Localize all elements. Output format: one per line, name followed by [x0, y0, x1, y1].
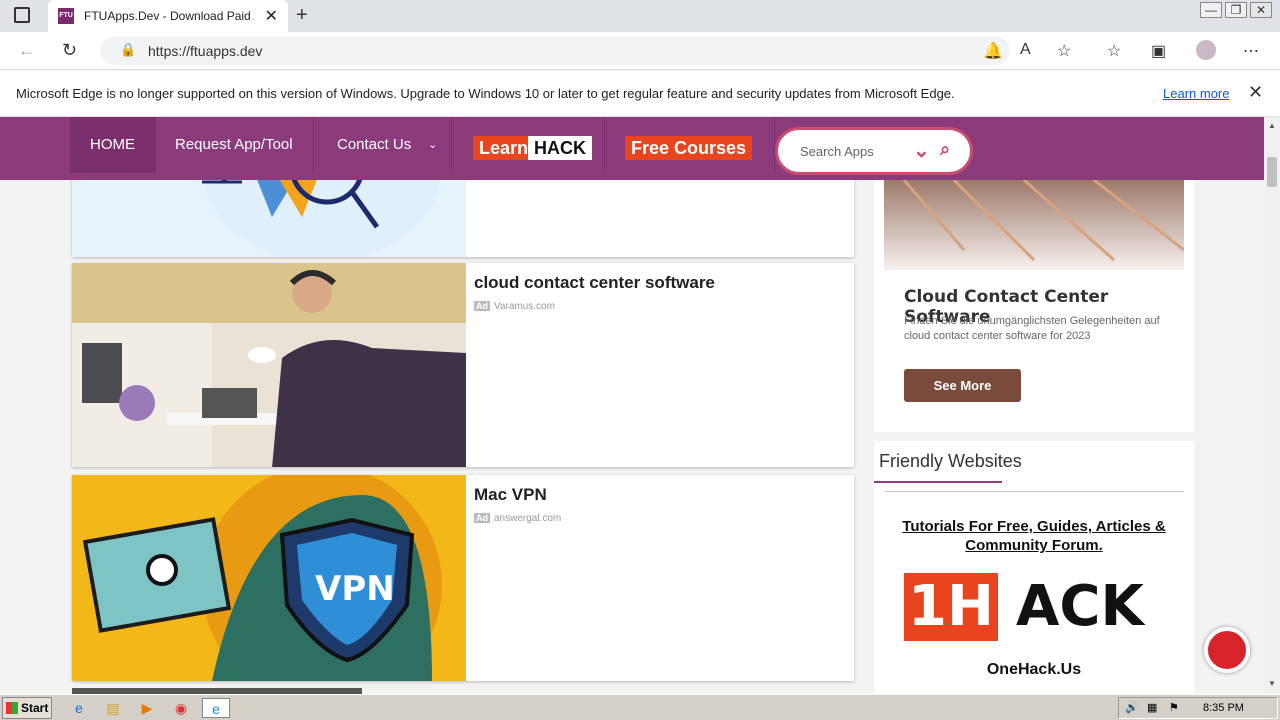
menu-item-contact-label: Contact Us [337, 136, 412, 153]
banner-message: Microsoft Edge is no longer supported on… [16, 86, 955, 101]
ad-title[interactable]: Mac VPN [474, 485, 547, 505]
ad-image: VPN [72, 475, 466, 681]
search-input[interactable]: Search Apps [800, 144, 874, 159]
volume-icon[interactable]: 🔊 [1125, 701, 1139, 714]
window-controls: — ❐ ✕ [1197, 2, 1272, 18]
close-tab-icon[interactable]: ✕ [265, 6, 278, 26]
menu-item-learn-hack[interactable]: Learn HACK [452, 117, 605, 173]
learn-label: Learn [473, 136, 535, 160]
page-scrollbar[interactable]: ▲ ▼ [1264, 117, 1280, 694]
ad-card[interactable]: VPN Mac VPN Ad answergal.com [72, 475, 854, 681]
scroll-down-icon[interactable]: ▼ [1268, 679, 1276, 688]
new-tab-icon[interactable]: + [296, 4, 308, 27]
restore-icon[interactable]: ❐ [1225, 2, 1247, 18]
search-box[interactable]: Search Apps ⌄ ⌕ [775, 127, 973, 175]
network-icon[interactable]: ▦ [1147, 701, 1157, 714]
windows-taskbar: Start e ▤ ▶ ◉ e 🔊 ▦ ⚑ 8:35 PM [0, 694, 1280, 720]
minimize-icon[interactable]: — [1200, 2, 1222, 18]
title-underline [874, 481, 1002, 483]
edge-icon[interactable]: e [202, 698, 230, 718]
address-bar[interactable]: 🔒 https://ftuapps.dev [100, 37, 1010, 65]
tab-actions-icon[interactable] [14, 7, 30, 23]
ie-icon[interactable]: e [68, 698, 90, 718]
scroll-up-icon[interactable]: ▲ [1268, 121, 1276, 130]
system-tray: 🔊 ▦ ⚑ 8:35 PM [1118, 697, 1278, 719]
friendly-websites-widget: Friendly Websites Tutorials For Free, Gu… [874, 441, 1250, 694]
friendly-site-link[interactable]: Tutorials For Free, Guides, Articles & C… [894, 517, 1174, 555]
profile-avatar[interactable] [1196, 40, 1216, 60]
web-page: cloud contact center software Ad Varamus.… [0, 117, 1264, 694]
windows-logo-icon [6, 702, 18, 714]
ad-card[interactable]: cloud contact center software Ad Varamus.… [72, 263, 854, 467]
search-icon[interactable]: ⌕ [940, 139, 950, 160]
flag-icon[interactable]: ⚑ [1169, 701, 1179, 714]
url-text: https://ftuapps.dev [148, 43, 263, 59]
back-icon[interactable]: ← [18, 40, 36, 61]
onehack-logo[interactable]: 1H ACK [904, 573, 1164, 643]
lock-icon: 🔒 [120, 42, 137, 57]
menu-item-contact[interactable]: Contact Us ⌄ [317, 117, 453, 173]
tab-title: FTUApps.Dev - Download Paid A [84, 9, 254, 23]
logo-caption[interactable]: OneHack.Us [874, 661, 1194, 679]
ad-source: Ad Varamus.com [474, 301, 555, 312]
logo-part-2: ACK [1016, 574, 1144, 639]
ad-badge: Ad [474, 301, 490, 311]
browser-tab[interactable]: FTU FTUApps.Dev - Download Paid A ✕ [48, 0, 288, 32]
svg-text:VPN: VPN [315, 569, 395, 609]
ad-badge: Ad [474, 513, 490, 523]
menu-item-request[interactable]: Request App/Tool [155, 117, 314, 173]
site-menu-bar: HOME Request App/Tool Contact Us ⌄ Learn H… [0, 117, 1264, 180]
refresh-icon[interactable]: ↻ [62, 40, 77, 61]
logo-part-1: 1H [904, 573, 998, 641]
collections-icon[interactable]: ▣ [1151, 41, 1166, 61]
sidebar-ad-image [884, 178, 1185, 270]
free-courses-label: Free Courses [625, 136, 753, 160]
chevron-down-icon[interactable]: ⌄ [913, 138, 930, 163]
learn-more-link[interactable]: Learn more [1163, 86, 1229, 101]
ad-source-domain: Varamus.com [494, 301, 555, 312]
chevron-down-icon: ⌄ [427, 139, 438, 151]
tab-strip: FTU FTUApps.Dev - Download Paid A ✕ + — ❐… [0, 0, 1280, 32]
start-label: Start [21, 701, 49, 715]
ad-title[interactable]: cloud contact center software [474, 273, 715, 293]
notification-blocked-icon[interactable]: 🔔 [983, 41, 1003, 61]
more-menu-icon[interactable]: ⋯ [1243, 41, 1259, 61]
ad-source: Ad answergal.com [474, 513, 561, 524]
unsupported-os-banner: Microsoft Edge is no longer supported on… [0, 71, 1280, 117]
sidebar-ad-text: Finden Sie die unumgänglichsten Gelegenh… [904, 315, 1160, 342]
sidebar-ad[interactable]: Cloud Contact Center Software Finden Sie… [874, 178, 1194, 432]
add-favorite-icon[interactable]: ☆ [1057, 41, 1071, 61]
ad-source-domain: answergal.com [494, 513, 562, 524]
divider [884, 491, 1184, 492]
see-more-button[interactable]: See More [904, 369, 1021, 402]
widget-title: Friendly Websites [879, 451, 1022, 471]
start-button[interactable]: Start [2, 697, 52, 719]
window-close-icon[interactable]: ✕ [1250, 2, 1272, 18]
chrome-icon[interactable]: ◉ [170, 698, 192, 718]
read-aloud-icon[interactable]: A [1020, 41, 1031, 59]
explorer-icon[interactable]: ▤ [102, 698, 124, 718]
menu-item-free-courses[interactable]: Free Courses [605, 117, 775, 173]
ad-image [72, 263, 466, 467]
menu-item-home[interactable]: HOME [70, 117, 156, 173]
scroll-thumb[interactable] [1267, 157, 1277, 187]
clock[interactable]: 8:35 PM [1203, 702, 1244, 714]
hack-label: HACK [528, 136, 592, 160]
notification-bell-icon[interactable] [1204, 627, 1250, 673]
media-player-icon[interactable]: ▶ [136, 698, 158, 718]
banner-close-icon[interactable]: ✕ [1248, 82, 1263, 103]
favicon-icon: FTU [58, 8, 74, 24]
favorites-icon[interactable]: ☆ [1107, 41, 1121, 61]
